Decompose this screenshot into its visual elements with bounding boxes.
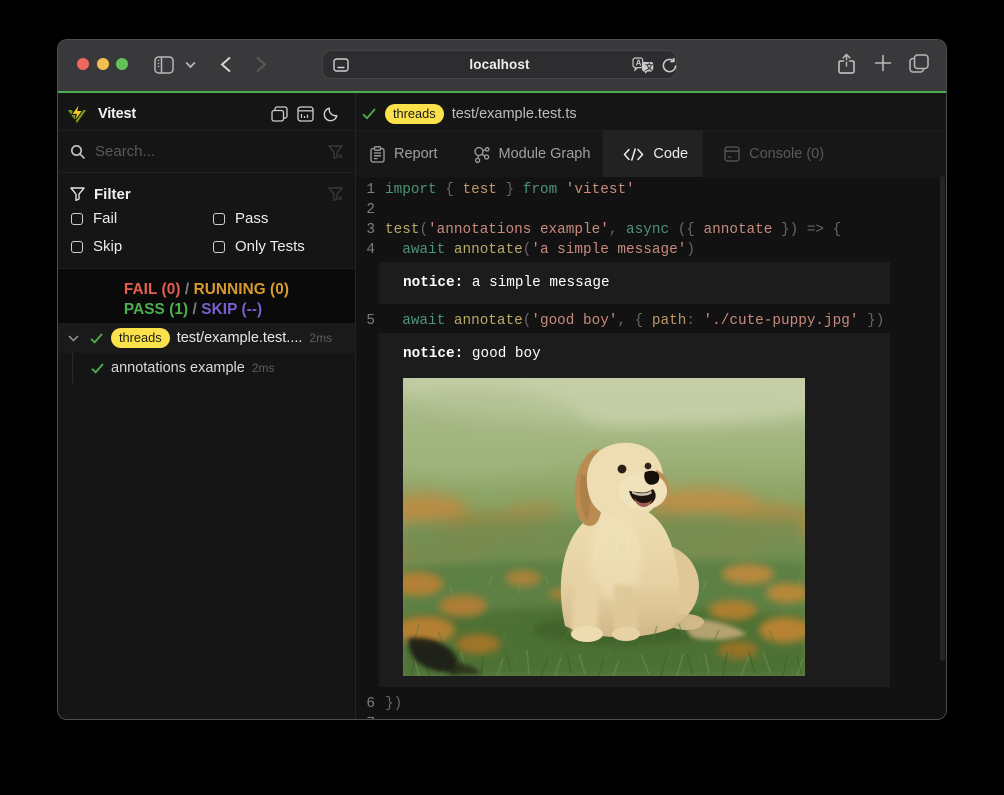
svg-text:A: A bbox=[636, 59, 642, 68]
svg-text:文: 文 bbox=[645, 62, 654, 72]
